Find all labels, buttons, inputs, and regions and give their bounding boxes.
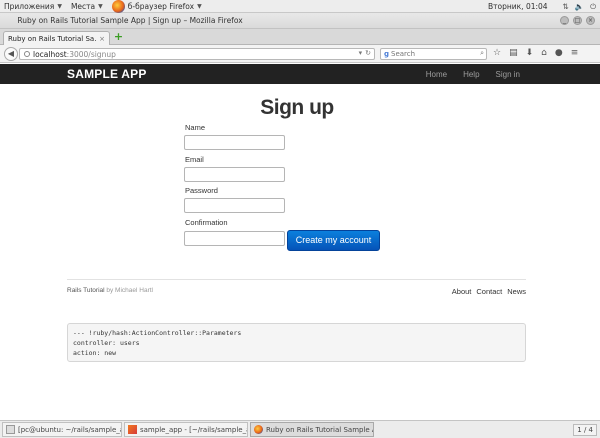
task-firefox[interactable]: Ruby on Rails Tutorial Sample Ap... [250, 422, 374, 437]
firefox-icon [111, 0, 125, 13]
search-bar[interactable]: g ⌕ [380, 48, 487, 60]
dropdown-arrow-icon: ▼ [98, 2, 103, 10]
footer-link-about[interactable]: About [452, 287, 472, 296]
create-account-button[interactable]: Create my account [287, 230, 380, 251]
debug-line: action: new [73, 349, 117, 357]
volume-icon[interactable]: 🔈 [575, 2, 584, 11]
url-bar[interactable]: localhost:3000/signup ▾ ↻ [19, 48, 375, 60]
footer-rails-tutorial-link[interactable]: Rails Tutorial [67, 287, 105, 294]
places-menu[interactable]: Места ▼ [67, 2, 108, 11]
browser-tab[interactable]: Ruby on Rails Tutorial Sa... × [3, 31, 110, 45]
dropdown-arrow-icon: ▼ [197, 2, 202, 10]
dropdown-arrow-icon: ▼ [57, 2, 62, 10]
downloads-icon[interactable]: ⬇ [526, 48, 534, 58]
tab-strip: Ruby on Rails Tutorial Sa... × + [0, 29, 600, 45]
site-identity-icon[interactable] [24, 51, 30, 57]
places-menu-label: Места [70, 1, 96, 11]
url-path: :3000/signup [66, 49, 116, 59]
password-label: Password [185, 186, 218, 195]
footer-link-contact[interactable]: Contact [476, 287, 502, 296]
tab-label: Ruby on Rails Tutorial Sa... [8, 34, 98, 43]
page-viewport: SAMPLE APP Home Help Sign in Sign up Nam… [0, 64, 600, 420]
taskbar: [pc@ubuntu: ~/rails/sample_app] sample_a… [0, 420, 600, 438]
applications-menu[interactable]: Приложения ▼ [0, 2, 67, 11]
site-nav: Home Help Sign in [426, 70, 520, 79]
task-rubymine[interactable]: sample_app - [~/rails/sample_app... [124, 422, 248, 437]
chat-icon[interactable]: ● [555, 48, 563, 58]
url-host: localhost [33, 49, 67, 59]
system-tray: ⇅ 🔈 ⏻ [562, 0, 596, 13]
task-label: Ruby on Rails Tutorial Sample Ap... [266, 425, 373, 434]
window-controls: _ □ × [560, 16, 595, 25]
debug-params-box: --- !ruby/hash:ActionController::Paramet… [67, 323, 526, 362]
site-logo[interactable]: SAMPLE APP [67, 67, 147, 81]
back-button[interactable]: ◀ [4, 47, 18, 61]
new-tab-icon[interactable]: + [113, 31, 124, 43]
search-input[interactable] [391, 50, 472, 58]
footer-credit: Rails Tutorial by Michael Hartl [67, 287, 153, 294]
debug-line: --- !ruby/hash:ActionController::Paramet… [73, 329, 242, 337]
site-header: SAMPLE APP Home Help Sign in [0, 64, 600, 84]
browser-app-menu[interactable]: б-браузер Firefox ▼ [108, 0, 207, 13]
confirmation-label: Confirmation [185, 218, 228, 227]
menu-icon[interactable]: ≡ [571, 48, 579, 58]
debug-line: controller: users [73, 339, 140, 347]
nav-link-sign-in[interactable]: Sign in [496, 70, 520, 79]
bookmark-star-icon[interactable]: ☆ [493, 48, 501, 58]
network-icon[interactable]: ⇅ [562, 2, 568, 11]
power-icon[interactable]: ⏻ [590, 2, 596, 12]
task-label: [pc@ubuntu: ~/rails/sample_app] [18, 425, 121, 434]
clock[interactable]: Вторник, 01:04 [488, 0, 548, 13]
password-field[interactable] [184, 198, 285, 213]
maximize-icon[interactable]: □ [573, 16, 582, 25]
browser-app-label: б-браузер Firefox [127, 1, 195, 11]
email-field[interactable] [184, 167, 285, 182]
history-dropdown-icon[interactable]: ▾ [359, 49, 363, 57]
footer-link-news[interactable]: News [507, 287, 526, 296]
close-tab-icon[interactable]: × [99, 35, 105, 43]
close-icon[interactable]: × [586, 16, 595, 25]
home-icon[interactable]: ⌂ [541, 48, 547, 58]
task-label: sample_app - [~/rails/sample_app... [140, 425, 247, 434]
nav-link-home[interactable]: Home [426, 70, 447, 79]
workspace-switcher[interactable]: 1 / 4 [573, 424, 597, 436]
bookmarks-menu-icon[interactable]: ▤ [509, 48, 518, 58]
terminal-icon [6, 425, 15, 434]
navigation-bar: ◀ localhost:3000/signup ▾ ↻ g ⌕ ☆ ▤ ⬇ ⌂ … [0, 45, 600, 63]
nav-link-help[interactable]: Help [463, 70, 479, 79]
confirmation-field[interactable] [184, 231, 285, 246]
name-field[interactable] [184, 135, 285, 150]
name-label: Name [185, 123, 206, 132]
applications-menu-label: Приложения [4, 1, 55, 11]
email-label: Email [185, 155, 204, 164]
rubymine-icon [128, 425, 137, 434]
search-engine-icon[interactable]: g [384, 50, 389, 58]
minimize-icon[interactable]: _ [560, 16, 569, 25]
toolbar-icons: ☆ ▤ ⬇ ⌂ ● ≡ [493, 48, 578, 58]
footer-divider [67, 279, 526, 280]
top-panel: Приложения ▼ Места ▼ б-браузер Firefox ▼… [0, 0, 600, 13]
footer-links: About Contact News [452, 287, 526, 296]
page-title: Sign up [260, 96, 334, 119]
reload-icon[interactable]: ↻ [365, 49, 371, 57]
url-bar-icons: ▾ ↻ [359, 49, 371, 57]
window-titlebar[interactable]: Ruby on Rails Tutorial Sample App | Sign… [0, 13, 600, 29]
footer-author-link[interactable]: by Michael Hartl [106, 287, 153, 294]
firefox-icon [254, 425, 263, 434]
window-title: Ruby on Rails Tutorial Sample App | Sign… [17, 16, 243, 25]
task-terminal[interactable]: [pc@ubuntu: ~/rails/sample_app] [2, 422, 122, 437]
search-icon[interactable]: ⌕ [480, 49, 484, 58]
